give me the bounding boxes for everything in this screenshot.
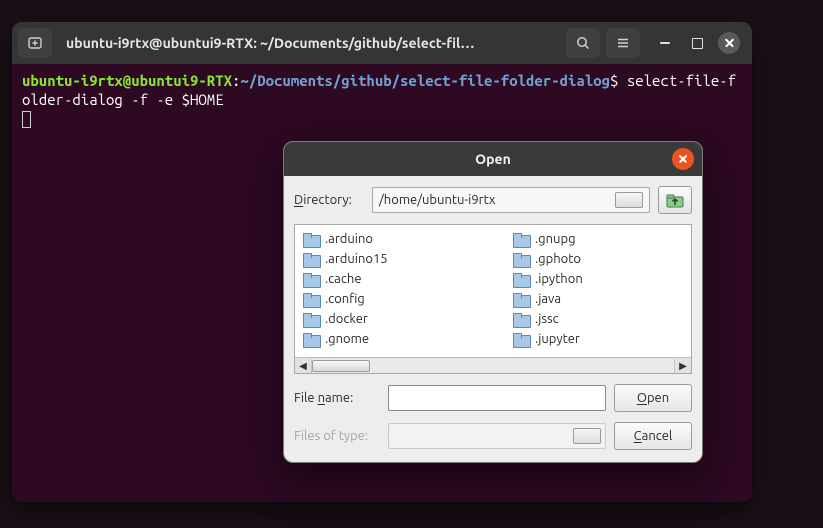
search-icon — [575, 35, 591, 51]
file-list[interactable]: .arduino .arduino15 .cache .config .docker .g… — [295, 225, 691, 357]
folder-item[interactable]: .gnupg — [513, 229, 683, 249]
folder-icon — [303, 253, 319, 266]
filetypes-combobox[interactable] — [388, 423, 606, 449]
folder-item[interactable]: .docker — [303, 309, 473, 329]
scroll-left-button[interactable]: ◀ — [295, 359, 311, 373]
folder-name: .java — [535, 292, 561, 306]
folder-name: .gnupg — [535, 232, 576, 246]
prompt-dollar: $ — [610, 72, 618, 89]
folder-name: .jupyter — [535, 332, 580, 346]
dialog-title: Open — [475, 151, 511, 167]
dialog-close-button[interactable] — [672, 148, 694, 170]
folder-name: .docker — [325, 312, 368, 326]
dialog-body: Directory: /home/ubuntu-i9rtx .arduino.a… — [284, 176, 702, 462]
terminal-cursor — [22, 111, 31, 128]
filetypes-row: Files of type: Cancel — [294, 422, 692, 450]
prompt-user: ubuntu-i9rtx@ubuntui9-RTX — [22, 72, 232, 89]
search-button[interactable] — [566, 28, 600, 58]
folder-item[interactable]: .java — [513, 289, 683, 309]
folder-icon — [513, 293, 529, 306]
folder-name: .cache — [325, 272, 362, 286]
folder-icon — [303, 233, 319, 246]
open-dialog: Open Directory: /home/ubuntu-i9rtx .ardu… — [283, 141, 703, 463]
folder-item[interactable]: .ipython — [513, 269, 683, 289]
folder-icon — [513, 233, 529, 246]
directory-combobox[interactable]: /home/ubuntu-i9rtx — [372, 187, 650, 213]
folder-icon — [303, 313, 319, 326]
folder-name: .arduino15 — [325, 252, 388, 266]
filetypes-dropdown-button[interactable] — [573, 428, 601, 444]
filetypes-label: Files of type: — [294, 429, 380, 443]
window-close-button[interactable] — [718, 32, 740, 54]
folder-name: .arduino — [325, 232, 373, 246]
folder-name: .jssc — [535, 312, 559, 326]
prompt-path: ~/Documents/github/select-file-folder-di… — [240, 72, 610, 89]
window-controls — [654, 32, 740, 54]
scroll-track[interactable] — [311, 359, 675, 373]
directory-label: Directory: — [294, 193, 364, 207]
scroll-right-button[interactable]: ▶ — [675, 359, 691, 373]
folder-item[interactable]: .arduino15 — [303, 249, 473, 269]
directory-dropdown-button[interactable] — [615, 192, 643, 208]
folder-item[interactable]: .arduino — [303, 229, 473, 249]
new-tab-button[interactable] — [18, 28, 52, 58]
folder-item[interactable]: .jupyter — [513, 329, 683, 349]
folder-icon — [303, 333, 319, 346]
folder-icon — [513, 333, 529, 346]
filename-row: File name: Open — [294, 384, 692, 412]
dialog-titlebar[interactable]: Open — [284, 142, 702, 176]
window-maximize-button[interactable] — [686, 32, 708, 54]
folder-item[interactable]: .gnome — [303, 329, 473, 349]
directory-value: /home/ubuntu-i9rtx — [379, 193, 495, 207]
folder-item[interactable]: .jssc — [513, 309, 683, 329]
menu-button[interactable] — [606, 28, 640, 58]
folder-name: .gnome — [325, 332, 369, 346]
folder-icon — [303, 273, 319, 286]
scroll-thumb[interactable] — [312, 360, 370, 372]
horizontal-scrollbar[interactable]: ◀ ▶ — [295, 357, 691, 373]
folder-up-icon — [665, 190, 685, 210]
terminal-title: ubuntu-i9rtx@ubuntui9-RTX: ~/Documents/g… — [58, 35, 560, 51]
filename-label: File name: — [294, 391, 380, 405]
folder-icon — [303, 293, 319, 306]
new-tab-icon — [27, 35, 43, 51]
folder-name: .ipython — [535, 272, 583, 286]
window-minimize-button[interactable] — [654, 32, 676, 54]
hamburger-icon — [615, 35, 631, 51]
open-button[interactable]: Open — [614, 384, 692, 412]
folder-icon — [513, 313, 529, 326]
terminal-titlebar: ubuntu-i9rtx@ubuntui9-RTX: ~/Documents/g… — [12, 22, 752, 64]
folder-item[interactable]: .config — [303, 289, 473, 309]
folder-name: .config — [325, 292, 365, 306]
filename-input[interactable] — [388, 385, 606, 411]
go-up-button[interactable] — [658, 186, 692, 214]
folder-name: .gphoto — [535, 252, 581, 266]
folder-icon — [513, 273, 529, 286]
terminal-body[interactable]: ubuntu-i9rtx@ubuntui9-RTX:~/Documents/gi… — [12, 64, 752, 136]
cancel-button[interactable]: Cancel — [614, 422, 692, 450]
folder-icon — [513, 253, 529, 266]
directory-row: Directory: /home/ubuntu-i9rtx — [294, 186, 692, 214]
file-area: .arduino .arduino15 .cache .config .docker .g… — [294, 224, 692, 374]
folder-item[interactable]: .cache — [303, 269, 473, 289]
folder-item[interactable]: .gphoto — [513, 249, 683, 269]
